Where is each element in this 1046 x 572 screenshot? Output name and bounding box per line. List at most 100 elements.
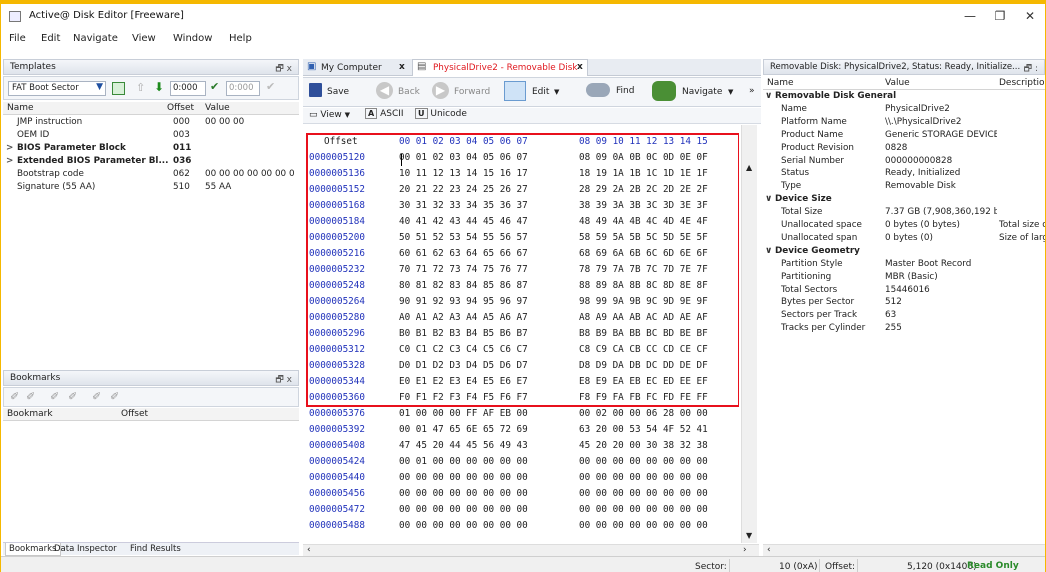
- template-row[interactable]: Bootstrap code 062 00 00 00 00 00 00 00 ..…: [3, 168, 299, 181]
- menu-window[interactable]: Window: [173, 33, 212, 44]
- hex-row-bytes-a[interactable]: 47 45 20 44 45 56 49 43: [399, 440, 528, 451]
- navigate-button[interactable]: Navigate ▼: [651, 80, 741, 104]
- template-row[interactable]: JMP instruction 000 00 00 00: [3, 116, 299, 129]
- close-tab-icon[interactable]: x: [577, 62, 583, 72]
- forward-button[interactable]: ▶ Forward: [431, 82, 501, 101]
- bookmark-next-icon[interactable]: ✐: [68, 390, 77, 403]
- apply-icon[interactable]: ✔: [210, 80, 219, 93]
- scroll-down-icon[interactable]: ▼: [746, 531, 752, 540]
- property-row[interactable]: Total Sectors 15446016: [763, 285, 1045, 299]
- hex-row-bytes-a[interactable]: 00 00 00 00 00 00 00 00: [399, 520, 528, 531]
- property-group[interactable]: ∨ Removable Disk General: [763, 91, 1045, 105]
- properties-pin-icon[interactable]: 🗗 :: [1024, 61, 1038, 77]
- scroll-up-icon[interactable]: ▲: [746, 163, 752, 172]
- menu-file[interactable]: File: [9, 33, 26, 44]
- property-row[interactable]: Unallocated span 0 bytes (0) Size of larg: [763, 233, 1045, 247]
- hex-row-bytes-b[interactable]: 00 00 00 00 00 00 00 00: [579, 504, 708, 515]
- bookmark-edit-icon[interactable]: ✐: [26, 390, 35, 403]
- col-bookmark[interactable]: Bookmark: [7, 409, 53, 419]
- hex-row-bytes-a[interactable]: 00 00 00 00 00 00 00 00: [399, 472, 528, 483]
- restore-button[interactable]: ❐: [985, 6, 1015, 26]
- col-name[interactable]: Name: [7, 103, 34, 113]
- hex-row[interactable]: 0000005488 00 00 00 00 00 00 00 00 00 00 0…: [303, 520, 739, 536]
- templates-pin-icon[interactable]: 🗗 x: [275, 61, 292, 77]
- menu-help[interactable]: Help: [229, 33, 252, 44]
- template-row[interactable]: > BIOS Parameter Block 011: [3, 142, 299, 155]
- property-row[interactable]: Type Removable Disk: [763, 181, 1045, 195]
- template-grid-icon[interactable]: [112, 82, 125, 95]
- template-combo[interactable]: FAT Boot Sector ▼: [8, 81, 106, 96]
- property-row[interactable]: Bytes per Sector 512: [763, 297, 1045, 311]
- find-button[interactable]: Find: [585, 82, 637, 100]
- template-offset-input[interactable]: 0:000: [170, 81, 206, 96]
- hex-row-bytes-a[interactable]: 00 00 00 00 00 00 00 00: [399, 488, 528, 499]
- prop-col-description[interactable]: Description: [999, 78, 1045, 88]
- scroll-right-icon[interactable]: ›: [743, 545, 747, 555]
- hex-row[interactable]: 0000005408 47 45 20 44 45 56 49 43 45 20 2…: [303, 440, 739, 456]
- arrow-up-icon[interactable]: ⇧: [136, 81, 145, 94]
- close-tab-icon[interactable]: x: [399, 62, 405, 72]
- hex-view[interactable]: Offset 00 01 02 03 04 05 06 07 08 09 10 …: [303, 125, 739, 545]
- hex-row[interactable]: 0000005392 00 01 47 65 6E 65 72 69 63 20 0…: [303, 424, 739, 440]
- hex-row-bytes-a[interactable]: 00 00 00 00 00 00 00 00: [399, 504, 528, 515]
- property-row[interactable]: Tracks per Cylinder 255: [763, 323, 1045, 337]
- property-group[interactable]: ∨ Device Size: [763, 194, 1045, 208]
- property-row[interactable]: Platform Name \\.\PhysicalDrive2: [763, 117, 1045, 131]
- hex-row-bytes-b[interactable]: 00 00 00 00 00 00 00 00: [579, 488, 708, 499]
- chevron-down-icon[interactable]: ∨: [765, 194, 772, 204]
- property-row[interactable]: Partition Style Master Boot Record: [763, 259, 1045, 273]
- tab-my-computer[interactable]: ▣ My Computer x: [305, 60, 410, 76]
- property-row[interactable]: Name PhysicalDrive2: [763, 104, 1045, 118]
- menu-navigate[interactable]: Navigate: [73, 33, 118, 44]
- col-value[interactable]: Value: [205, 103, 230, 113]
- expander-icon[interactable]: >: [6, 156, 13, 166]
- template-row[interactable]: > Extended BIOS Parameter Bl... 036: [3, 155, 299, 168]
- hex-row[interactable]: 0000005472 00 00 00 00 00 00 00 00 00 00 0…: [303, 504, 739, 520]
- hex-row[interactable]: 0000005440 00 00 00 00 00 00 00 00 00 00 0…: [303, 472, 739, 488]
- property-row[interactable]: Serial Number 000000000828: [763, 156, 1045, 170]
- property-row[interactable]: Product Name Generic STORAGE DEVICE ...: [763, 130, 1045, 144]
- bookmark-prev-icon[interactable]: ✐: [50, 390, 59, 403]
- hex-row-bytes-a[interactable]: 00 01 47 65 6E 65 72 69: [399, 424, 528, 435]
- tab-physicaldrive2[interactable]: ▤ PhysicalDrive2 - Removable Disk x: [412, 59, 588, 76]
- hex-row-bytes-b[interactable]: 63 20 00 53 54 4F 52 41: [579, 424, 708, 435]
- menu-view[interactable]: View: [132, 33, 156, 44]
- ascii-toggle[interactable]: A ASCII: [365, 108, 404, 119]
- hex-row-bytes-a[interactable]: 01 00 00 00 FF AF EB 00: [399, 408, 528, 419]
- view-menu[interactable]: ▭ View ▼: [309, 110, 350, 120]
- hex-hscrollbar[interactable]: ‹ ›: [303, 544, 759, 556]
- hex-row[interactable]: 0000005456 00 00 00 00 00 00 00 00 00 00 0…: [303, 488, 739, 504]
- hex-row-bytes-b[interactable]: 00 02 00 00 06 28 00 00: [579, 408, 708, 419]
- template-offset-input-2[interactable]: 0:000: [226, 81, 260, 96]
- property-row[interactable]: Partitioning MBR (Basic): [763, 272, 1045, 286]
- expander-icon[interactable]: >: [6, 143, 13, 153]
- scroll-left-icon[interactable]: ‹: [307, 545, 311, 555]
- hex-row[interactable]: 0000005376 01 00 00 00 FF AF EB 00 00 02 0…: [303, 408, 739, 424]
- scroll-left-icon[interactable]: ‹: [767, 545, 771, 555]
- properties-hscrollbar[interactable]: ‹: [763, 544, 1045, 556]
- template-row[interactable]: OEM ID 003: [3, 129, 299, 142]
- tab-find-results[interactable]: Find Results: [127, 543, 184, 555]
- hex-row[interactable]: 0000005424 00 01 00 00 00 00 00 00 00 00 0…: [303, 456, 739, 472]
- tab-data-inspector[interactable]: Data Inspector: [51, 543, 120, 555]
- hex-vscrollbar[interactable]: ▲ ▼: [741, 125, 757, 543]
- hex-row-bytes-b[interactable]: 00 00 00 00 00 00 00 00: [579, 472, 708, 483]
- col-bookmark-offset[interactable]: Offset: [121, 409, 148, 419]
- template-row[interactable]: Signature (55 AA) 510 55 AA: [3, 181, 299, 194]
- prop-col-name[interactable]: Name: [767, 78, 794, 88]
- close-button[interactable]: ✕: [1015, 6, 1045, 26]
- property-row[interactable]: Total Size 7.37 GB (7,908,360,192 byt...: [763, 207, 1045, 221]
- hex-row-bytes-b[interactable]: 00 00 00 00 00 00 00 00: [579, 520, 708, 531]
- hex-row-bytes-b[interactable]: 00 00 00 00 00 00 00 00: [579, 456, 708, 467]
- chevron-down-icon[interactable]: ∨: [765, 246, 772, 256]
- edit-button[interactable]: Edit ▼: [503, 80, 571, 104]
- property-row[interactable]: Product Revision 0828: [763, 143, 1045, 157]
- col-offset[interactable]: Offset: [167, 103, 194, 113]
- property-group[interactable]: ∨ Device Geometry: [763, 246, 1045, 260]
- menu-edit[interactable]: Edit: [41, 33, 60, 44]
- arrow-down-icon[interactable]: ⬇: [154, 80, 164, 94]
- prop-col-value[interactable]: Value: [885, 78, 910, 88]
- bookmark-clear-icon[interactable]: ✐: [110, 390, 119, 403]
- property-row[interactable]: Unallocated space 0 bytes (0 bytes) Total …: [763, 220, 1045, 234]
- chevron-down-icon[interactable]: ∨: [765, 91, 772, 101]
